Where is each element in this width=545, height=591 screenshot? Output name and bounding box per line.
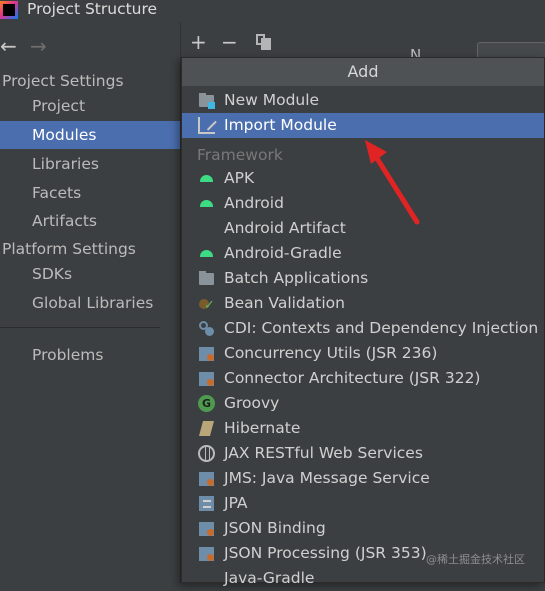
framework-label: Concurrency Utils (JSR 236) (224, 344, 438, 362)
framework-label: Bean Validation (224, 294, 345, 312)
menu-item-new-module[interactable]: New Module (182, 88, 544, 113)
platform-settings-header: Platform Settings (2, 240, 136, 258)
android-icon (198, 170, 215, 187)
framework-label: JMS: Java Message Service (224, 469, 430, 487)
javaee-icon (198, 520, 215, 537)
sidebar-item-facets[interactable]: Facets (0, 179, 180, 207)
framework-item-connector-architecture[interactable]: Connector Architecture (JSR 322) (182, 366, 544, 391)
project-settings-header: Project Settings (2, 72, 124, 90)
framework-item-java-gradle[interactable]: Java-Gradle (182, 566, 544, 591)
forward-arrow-icon[interactable]: → (30, 34, 47, 58)
framework-item-jms[interactable]: JMS: Java Message Service (182, 466, 544, 491)
watermark: @稀土掘金技术社区 (426, 553, 525, 566)
import-icon (198, 117, 215, 134)
sidebar-item-sdks[interactable]: SDKs (0, 260, 180, 288)
hibernate-icon (198, 420, 215, 437)
framework-item-groovy[interactable]: G Groovy (182, 391, 544, 416)
framework-label: Java-Gradle (224, 569, 315, 587)
settings-sidebar: ← → Project Settings Project Modules Lib… (0, 22, 180, 583)
add-button[interactable]: + (190, 30, 207, 54)
framework-label: Android Artifact (224, 219, 346, 237)
module-folder-icon (198, 92, 215, 109)
bean-validation-icon (198, 293, 215, 318)
cdi-icon (198, 320, 215, 337)
framework-label: Hibernate (224, 419, 301, 437)
framework-item-json-binding[interactable]: JSON Binding (182, 516, 544, 541)
framework-label: CDI: Contexts and Dependency Injection (224, 319, 539, 337)
sidebar-item-project[interactable]: Project (0, 92, 180, 120)
copy-icon[interactable] (256, 34, 272, 50)
framework-item-hibernate[interactable]: Hibernate (182, 416, 544, 441)
framework-label: Android (224, 194, 284, 212)
intellij-app-icon (0, 1, 18, 19)
sidebar-item-modules[interactable]: Modules (0, 121, 180, 149)
framework-label: JSON Binding (224, 519, 326, 537)
folder-icon (198, 270, 215, 287)
framework-item-jax-rs[interactable]: JAX RESTful Web Services (182, 441, 544, 466)
groovy-icon: G (198, 395, 215, 412)
framework-section-header: Framework (197, 146, 283, 164)
sidebar-item-artifacts[interactable]: Artifacts (0, 207, 180, 235)
framework-label: Groovy (224, 394, 280, 412)
menu-item-label: New Module (224, 91, 320, 109)
sidebar-divider (0, 327, 160, 328)
title-bar: Project Structure (0, 0, 545, 22)
framework-label: JSON Processing (JSR 353) (224, 544, 427, 562)
jpa-icon (198, 495, 215, 512)
android-icon (198, 195, 215, 212)
framework-item-bean-validation[interactable]: Bean Validation (182, 291, 544, 318)
popup-header: Add (182, 58, 544, 86)
javaee-icon (198, 370, 215, 387)
menu-item-label: Import Module (224, 116, 337, 134)
javaee-icon (198, 545, 215, 562)
back-arrow-icon[interactable]: ← (0, 34, 17, 58)
framework-item-batch-applications[interactable]: Batch Applications (182, 266, 544, 291)
remove-button[interactable]: − (221, 30, 238, 54)
framework-item-android-gradle[interactable]: Android-Gradle (182, 241, 544, 266)
android-icon (198, 245, 215, 262)
framework-label: JAX RESTful Web Services (224, 444, 423, 462)
sidebar-item-global-libraries[interactable]: Global Libraries (0, 289, 180, 317)
globe-icon (198, 445, 215, 462)
annotation-arrow-icon (365, 140, 420, 225)
javaee-icon (198, 345, 215, 362)
framework-label: Android-Gradle (224, 244, 342, 262)
sidebar-item-problems[interactable]: Problems (0, 341, 180, 369)
sidebar-item-libraries[interactable]: Libraries (0, 150, 180, 178)
window-title: Project Structure (27, 0, 158, 18)
framework-item-jpa[interactable]: JPA (182, 491, 544, 516)
javaee-icon (198, 470, 215, 487)
framework-label: APK (224, 169, 255, 187)
framework-label: Batch Applications (224, 269, 369, 287)
framework-label: JPA (224, 494, 248, 512)
framework-item-concurrency-utils[interactable]: Concurrency Utils (JSR 236) (182, 341, 544, 366)
framework-item-cdi[interactable]: CDI: Contexts and Dependency Injection (182, 316, 544, 341)
framework-label: Connector Architecture (JSR 322) (224, 369, 481, 387)
